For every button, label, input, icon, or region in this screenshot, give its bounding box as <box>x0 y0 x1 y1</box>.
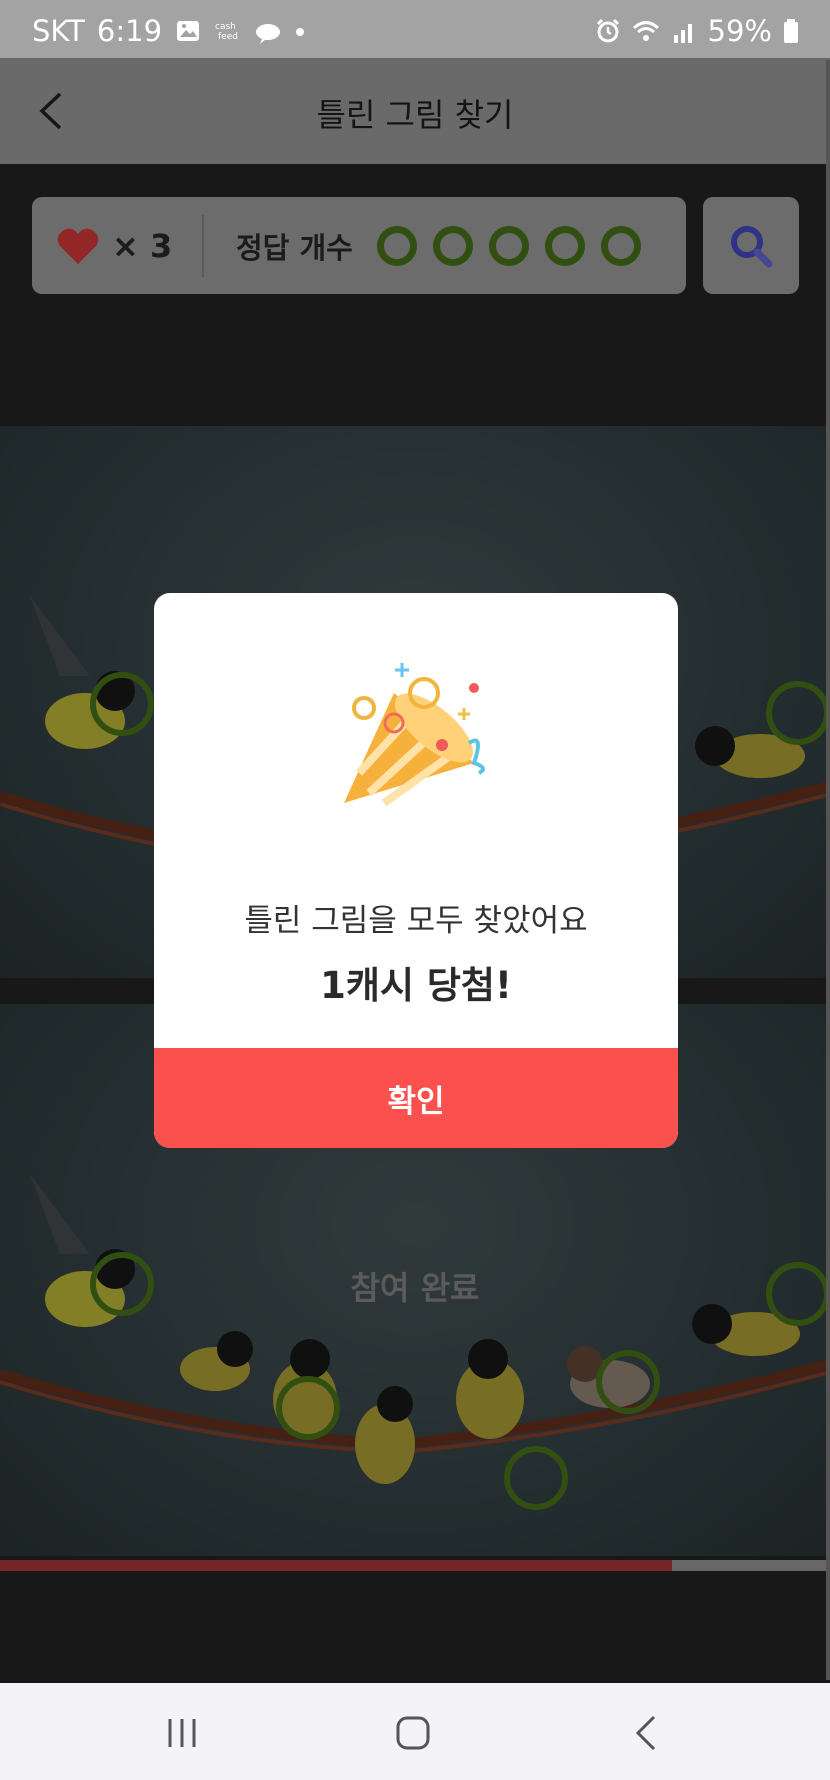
recent-apps-icon[interactable] <box>160 1711 204 1755</box>
scrollbar <box>826 60 830 1680</box>
modal-message: 틀린 그림을 모두 찾았어요 <box>244 903 588 939</box>
confirm-button[interactable]: 확인 <box>154 1048 678 1148</box>
alarm-icon <box>596 18 619 43</box>
gallery-icon <box>177 21 200 41</box>
signal-icon <box>673 24 692 43</box>
success-modal: 틀린 그림을 모두 찾았어요 1캐시 당첨! 확인 <box>154 593 678 1148</box>
modal-prize: 1캐시 당첨! <box>320 964 512 1007</box>
dot-icon <box>296 28 305 36</box>
cashfeed-icon: cashfeed <box>215 22 238 42</box>
back-icon[interactable] <box>626 1711 670 1755</box>
carrier-label: SKT <box>32 14 85 48</box>
system-nav-bar <box>0 1683 830 1780</box>
home-icon[interactable] <box>391 1711 435 1755</box>
status-bar: SKT 6:19 cash feed 59% <box>0 0 830 58</box>
svg-text:feed: feed <box>218 32 238 42</box>
clock: 6:19 <box>96 14 163 48</box>
wifi-icon <box>632 21 659 41</box>
cloud-icon <box>256 24 281 44</box>
battery-icon <box>784 19 798 43</box>
svg-text:cash: cash <box>215 22 236 32</box>
party-popper-icon <box>344 663 485 807</box>
battery-percent: 59% <box>707 14 772 48</box>
